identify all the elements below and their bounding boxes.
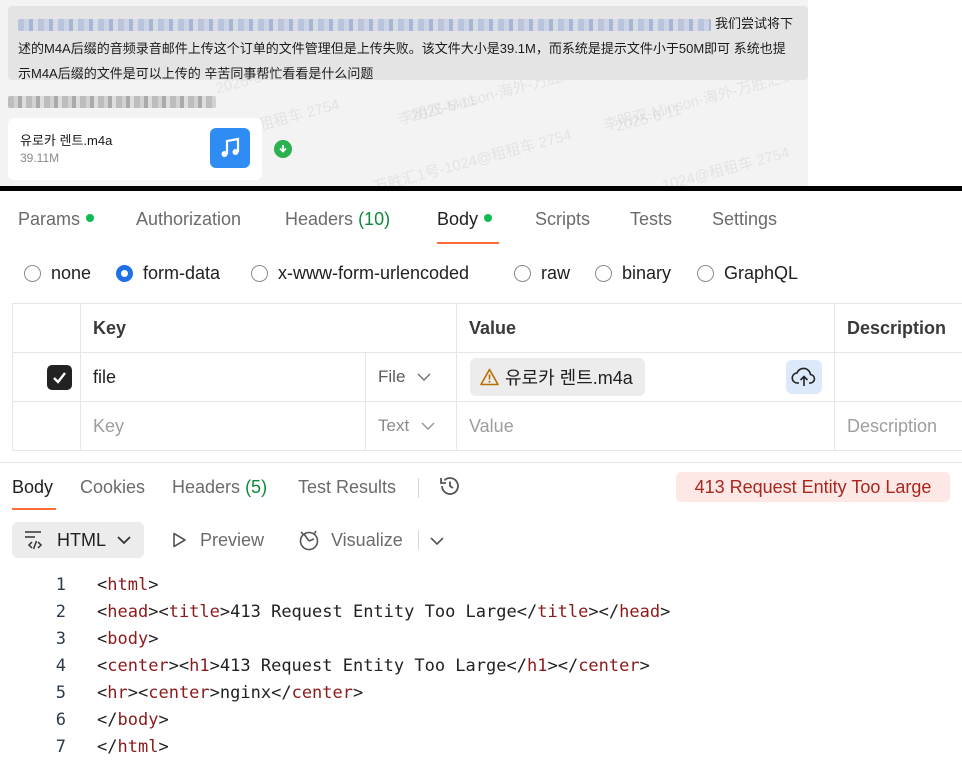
chevron-down-icon [417, 373, 431, 381]
code-text: <head><title>413 Request Entity Too Larg… [97, 602, 671, 622]
line-number: 7 [55, 737, 66, 757]
separator [418, 478, 419, 498]
request-tabs: Params Authorization Headers (10) Body S… [0, 204, 962, 244]
key-placeholder-field[interactable]: Key [81, 402, 365, 450]
radio-form-data[interactable]: form-data [116, 258, 220, 288]
active-dot-icon [86, 214, 95, 222]
response-tab-body[interactable]: Body [12, 476, 56, 510]
chevron-down-icon [117, 536, 131, 544]
line-number: 3 [55, 629, 66, 649]
tab-authorization[interactable]: Authorization [136, 204, 241, 244]
watermark: 2025-6-11 [408, 91, 479, 126]
code-line: 6 </body> [0, 707, 962, 734]
line-number: 2 [55, 602, 66, 622]
message-bubble: 我们尝试将下 述的M4A后缀的音频录音邮件上传这个订单的文件管理但是上传失败。该… [8, 6, 808, 81]
chevron-down-icon[interactable] [430, 537, 444, 545]
radio-urlencoded[interactable]: x-www-form-urlencoded [251, 258, 469, 288]
table-row: file File 유로카 렌트.m4a [13, 353, 962, 402]
redacted-sender [8, 96, 216, 108]
table-header-row: Key Value Description [13, 304, 962, 353]
music-note-icon [210, 128, 250, 168]
code-text: </body> [97, 710, 169, 730]
code-line: 5 <hr><center>nginx</center> [0, 680, 962, 707]
attachment-card[interactable]: 유로카 렌트.m4a 39.11M [8, 118, 262, 180]
download-icon[interactable] [274, 140, 292, 158]
response-tab-test-results[interactable]: Test Results [298, 476, 396, 510]
watermark: 1024@租租车 2754 [660, 144, 792, 186]
code-text: <html> [97, 575, 159, 595]
separator [418, 530, 419, 550]
line-number: 4 [55, 656, 66, 676]
history-icon[interactable] [438, 474, 462, 498]
format-select[interactable]: HTML [12, 522, 144, 558]
response-format-bar: HTML Preview Visualize [0, 522, 962, 560]
code-text: </html> [97, 737, 169, 757]
radio-none[interactable]: none [24, 258, 91, 288]
chat-panel: 李明双-Minson-海外-万胜汇1号 2025-6-11 李明双-Minson… [0, 0, 808, 186]
message-line: 述的M4A后缀的音频录音邮件上传这个订单的文件管理但是上传失败。该文件大小是39… [18, 41, 786, 56]
redacted-text [18, 18, 711, 31]
tab-scripts[interactable]: Scripts [535, 204, 590, 244]
code-line: 2 <head><title>413 Request Entity Too Lar… [0, 599, 962, 626]
response-tab-headers[interactable]: Headers (5) [172, 476, 267, 510]
cloud-upload-icon [791, 367, 816, 386]
tab-headers[interactable]: Headers (10) [285, 204, 390, 244]
form-data-table: Key Value Description file File 유로카 렌트.m… [12, 303, 962, 451]
watermark: 万胜汇1号-1024@租租车 2754 [371, 126, 574, 186]
line-number: 6 [55, 710, 66, 730]
message-line: 我们尝试将下 [18, 11, 800, 36]
code-text: <hr><center>nginx</center> [97, 683, 364, 703]
code-line: 3 <body> [0, 626, 962, 653]
column-header-description: Description [847, 317, 947, 338]
type-select[interactable]: File [366, 353, 456, 401]
row-checkbox[interactable] [47, 365, 72, 390]
status-badge: 413 Request Entity Too Large [676, 472, 950, 502]
preview-button[interactable]: Preview [170, 522, 264, 558]
format-lines-icon [25, 531, 43, 550]
code-line: 1 <html> [0, 572, 962, 599]
column-header-value: Value [469, 317, 517, 338]
description-placeholder-field[interactable]: Description [835, 402, 962, 450]
upload-file-button[interactable] [786, 360, 822, 394]
play-icon [173, 532, 186, 548]
active-dot-icon [484, 214, 493, 222]
tab-settings[interactable]: Settings [712, 204, 777, 244]
line-number: 1 [55, 575, 66, 595]
code-line: 7 </html> [0, 734, 962, 761]
radio-binary[interactable]: binary [595, 258, 671, 288]
tab-body[interactable]: Body [437, 204, 499, 244]
attachment-size: 39.11M [20, 151, 60, 165]
code-line: 4 <center><h1>413 Request Entity Too Larg… [0, 653, 962, 680]
type-select[interactable]: Text [366, 402, 456, 450]
visualize-icon [299, 530, 319, 551]
chevron-down-icon [421, 422, 435, 430]
tab-params[interactable]: Params [18, 204, 95, 244]
message-text: 我们尝试将下 [715, 16, 794, 31]
message-line: 示M4A后缀的文件是可以上传的 辛苦同事帮忙看看是什么问题 [18, 66, 374, 81]
body-type-radios: none form-data x-www-form-urlencoded raw… [0, 258, 962, 288]
warning-icon [480, 368, 499, 386]
response-code-viewer[interactable]: 1 <html> 2 <head><title>413 Request Entity … [0, 572, 962, 761]
tab-tests[interactable]: Tests [630, 204, 672, 244]
key-field[interactable]: file [81, 353, 365, 401]
response-tab-cookies[interactable]: Cookies [80, 476, 145, 510]
visualize-button[interactable]: Visualize [297, 522, 403, 558]
screenshot-divider [0, 186, 962, 191]
code-text: <body> [97, 629, 159, 649]
radio-graphql[interactable]: GraphQL [697, 258, 798, 288]
value-placeholder-field[interactable]: Value [457, 402, 834, 450]
column-header-key: Key [93, 317, 127, 338]
selected-file-chip[interactable]: 유로카 렌트.m4a [470, 358, 645, 396]
line-number: 5 [55, 683, 66, 703]
code-text: <center><h1>413 Request Entity Too Large… [97, 656, 650, 676]
table-row-new: Key Text Value Description [13, 402, 962, 451]
radio-raw[interactable]: raw [514, 258, 570, 288]
watermark: 2025-6-11 [613, 101, 684, 136]
attachment-name: 유로카 렌트.m4a [20, 133, 113, 148]
response-divider [0, 462, 962, 463]
